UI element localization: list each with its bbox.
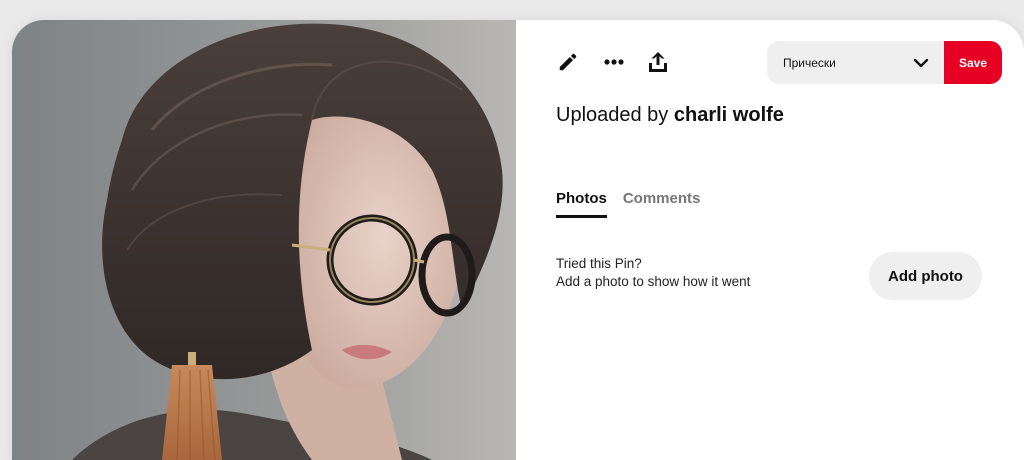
chevron-down-icon [912, 54, 930, 72]
ellipsis-icon[interactable] [600, 48, 628, 76]
add-photo-button[interactable]: Add photo [869, 252, 982, 300]
board-select-value: Прически [783, 55, 836, 70]
tab-photos[interactable]: Photos [556, 190, 607, 218]
pencil-icon[interactable] [554, 48, 582, 76]
pin-image[interactable] [12, 20, 516, 460]
share-upload-icon[interactable] [644, 48, 672, 76]
pin-details-panel: Прически Save Uploaded by charli wolfe P… [516, 20, 1024, 460]
uploaded-by-line: Uploaded by charli wolfe [556, 104, 784, 127]
tab-comments[interactable]: Comments [623, 190, 701, 218]
pin-closeup-card: Прически Save Uploaded by charli wolfe P… [12, 20, 1024, 460]
uploaded-by-prefix: Uploaded by [556, 104, 674, 126]
board-select-dropdown[interactable]: Прически [767, 41, 944, 84]
tried-pin-prompt: Tried this Pin? Add a photo to show how … [556, 255, 750, 291]
activity-tabs: Photos Comments [556, 190, 700, 218]
uploader-name-link[interactable]: charli wolfe [674, 104, 784, 126]
tried-pin-subtitle: Add a photo to show how it went [556, 274, 751, 289]
save-button[interactable]: Save [944, 41, 1002, 84]
tried-pin-title: Tried this Pin? [556, 256, 642, 271]
